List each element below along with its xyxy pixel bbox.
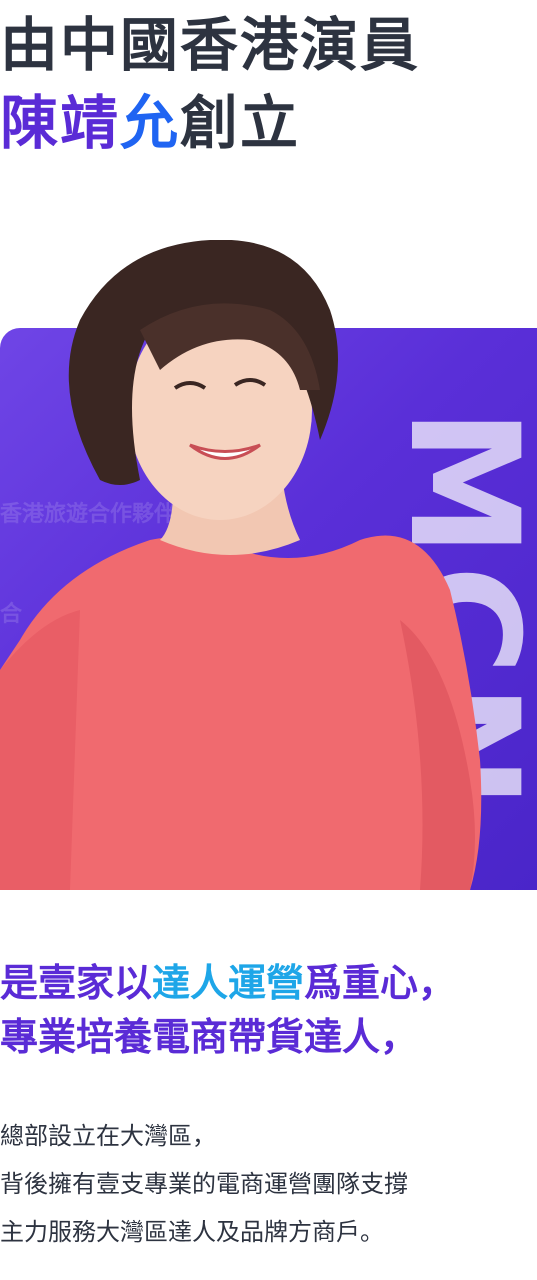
description: 總部設立在大灣區， 背後擁有壹支專業的電商運營團隊支撐 主力服務大灣區達人及品牌… (0, 1112, 408, 1256)
founder-portrait (0, 240, 482, 890)
founder-name-part-1: 陳靖 (0, 89, 121, 157)
tagline-highlight: 達人運營 (152, 961, 305, 1005)
tagline-line-2: 專業培養電商帶貨達人， (0, 1015, 419, 1059)
description-line-3: 主力服務大灣區達人及品牌方商戶。 (0, 1218, 384, 1246)
headline-line-2-suffix: 創立 (180, 89, 301, 157)
founder-name-part-2: 允 (120, 89, 181, 157)
tagline-line-1: 是壹家以達人運營爲重心， (0, 961, 457, 1005)
description-line-2: 背後擁有壹支專業的電商運營團隊支撐 (0, 1170, 408, 1198)
tagline: 是壹家以達人運營爲重心， 專業培養電商帶貨達人， (0, 956, 456, 1064)
headline-line-1: 由中國香港演員 (0, 11, 421, 79)
description-line-1: 總部設立在大灣區， (0, 1122, 216, 1150)
headline: 由中國香港演員 陳靖允創立 (0, 6, 420, 162)
headline-line-2: 陳靖允創立 (0, 84, 420, 162)
